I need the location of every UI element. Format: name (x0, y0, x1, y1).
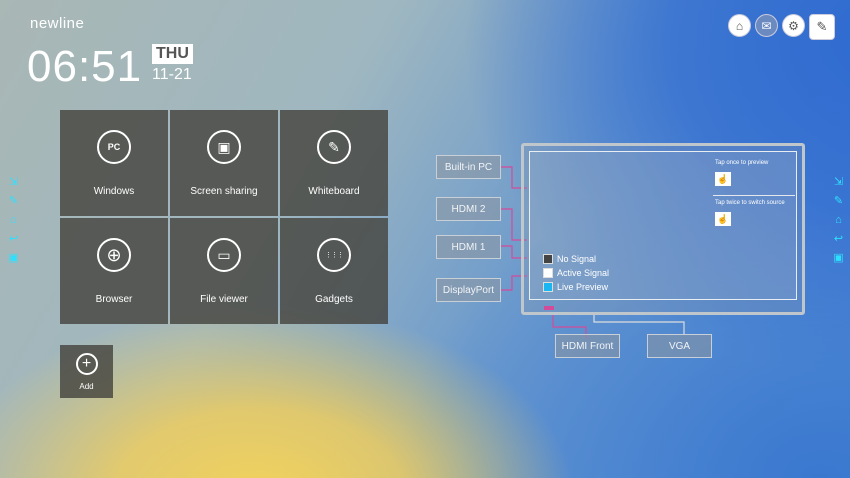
signal-legend: No Signal Active Signal Live Preview (543, 254, 609, 296)
legend-label: Live Preview (557, 282, 609, 292)
swatch-no-signal (543, 254, 553, 264)
wire-vga (593, 314, 685, 334)
tap-twice-hand-icon: ☝ (715, 212, 731, 226)
source-hdmi2[interactable]: HDMI 2 (436, 197, 501, 221)
source-builtin-pc[interactable]: Built-in PC (436, 155, 501, 179)
legend-label: Active Signal (557, 268, 610, 278)
legend-active-signal: Active Signal (543, 268, 609, 278)
front-port (544, 306, 554, 310)
source-vga[interactable]: VGA (647, 334, 712, 358)
legend-label: No Signal (557, 254, 597, 264)
tap-once-hand-icon: ☝ (715, 172, 731, 186)
swatch-live-preview (543, 282, 553, 292)
source-hdmi-front[interactable]: HDMI Front (555, 334, 620, 358)
hint-preview: Tap once to preview (715, 160, 769, 166)
legend-live-preview: Live Preview (543, 282, 609, 292)
swatch-active-signal (543, 268, 553, 278)
legend-no-signal: No Signal (543, 254, 609, 264)
hint-switch: Tap twice to switch source (715, 200, 785, 206)
source-hdmi1[interactable]: HDMI 1 (436, 235, 501, 259)
divider (713, 195, 795, 196)
source-displayport[interactable]: DisplayPort (436, 278, 501, 302)
